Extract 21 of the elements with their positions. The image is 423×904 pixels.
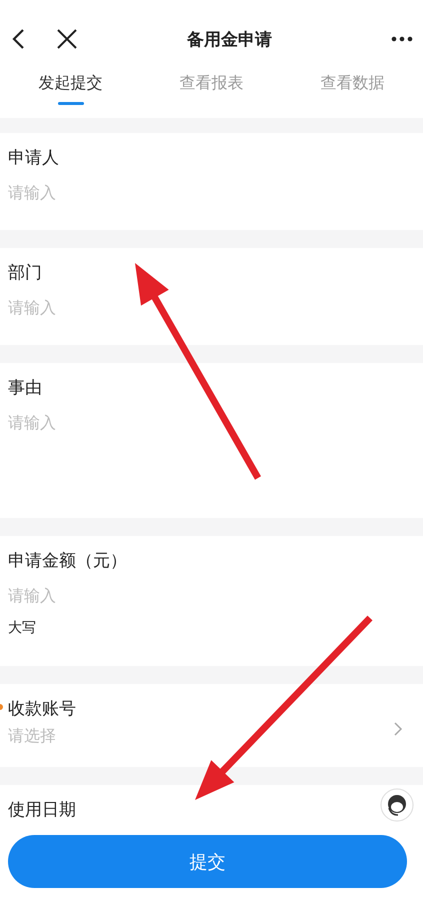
window-title: 备用金申请 [186,28,273,50]
field-label: 收款账号 [8,698,76,721]
text-area-field[interactable]: 事由 请输入 [0,363,423,518]
field-note: 大写 [8,619,37,637]
more-button[interactable] [391,36,413,42]
back-button[interactable] [10,28,26,50]
field-label: 部门 [8,262,42,285]
select-field[interactable]: 请选择 [8,726,415,747]
field-label: 事由 [8,377,42,400]
field-label: 申请人 [8,147,59,170]
input-field[interactable]: 请输入 [8,586,415,605]
field-label: 申请金额（元） [8,550,127,573]
tab[interactable]: 查看报表 [141,60,282,118]
tab[interactable]: 发起提交 [0,60,141,118]
close-button[interactable] [56,28,78,50]
field-label: 使用日期 [8,799,76,822]
input-field[interactable]: 请输入 [8,183,415,202]
tab[interactable]: 查看数据 [282,60,423,118]
submit-button[interactable]: 提交 [8,835,407,888]
chevron-icon [393,720,403,736]
input-field[interactable]: 请输入 [8,298,415,317]
